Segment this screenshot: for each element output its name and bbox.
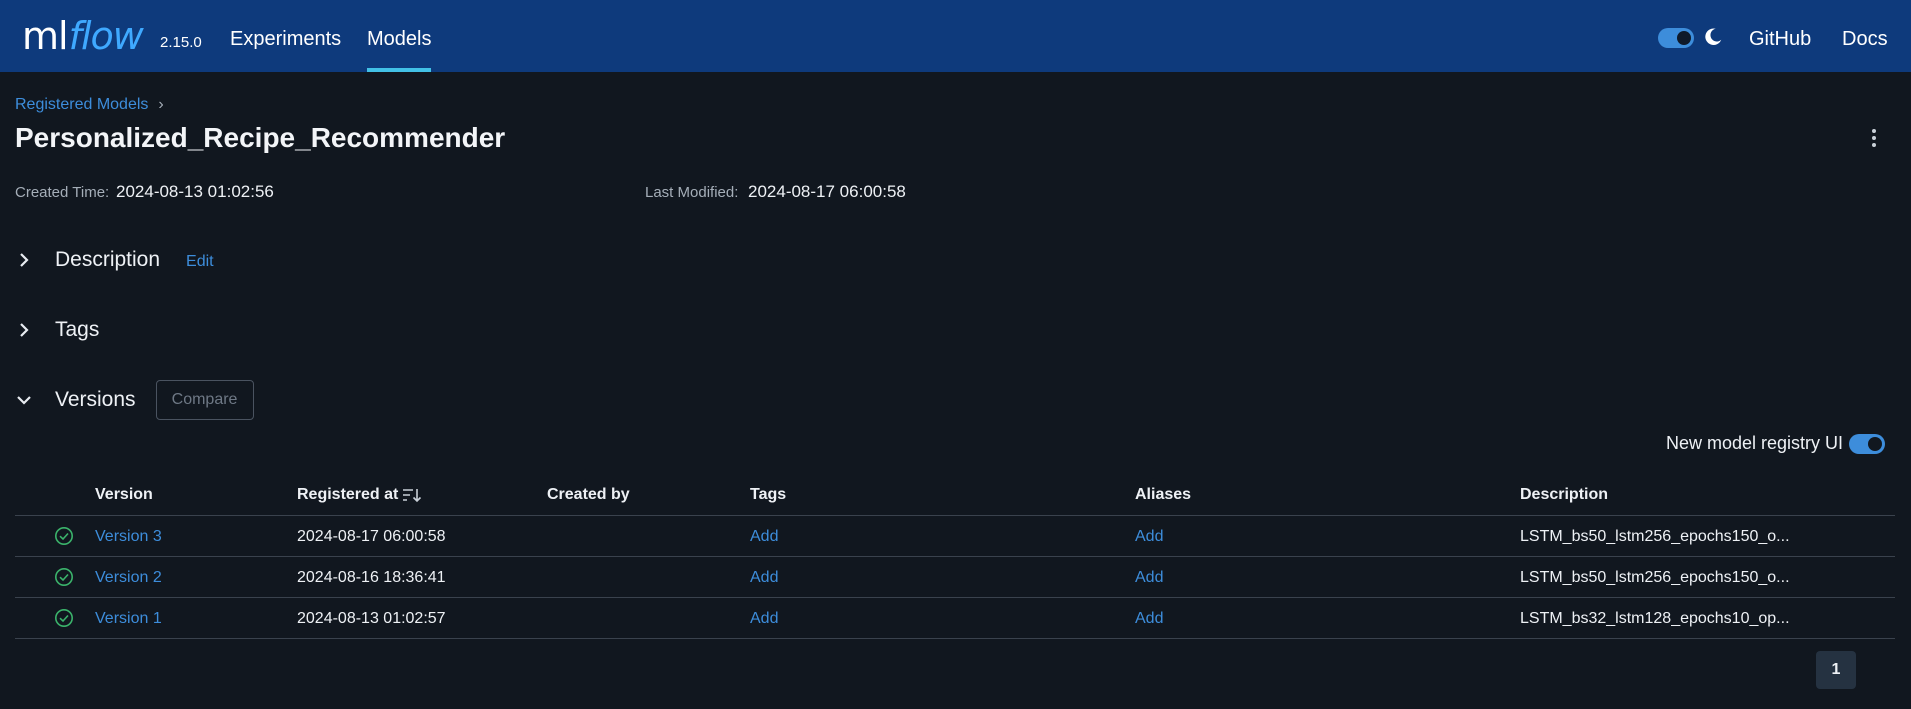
chevron-down-icon — [17, 396, 31, 405]
logo-ml-text: ml — [22, 14, 69, 58]
last-modified-value: 2024-08-17 06:00:58 — [748, 182, 906, 201]
col-header-registered-at-label: Registered at — [297, 486, 399, 503]
add-alias-link[interactable]: Add — [1135, 610, 1163, 628]
toggle-knob — [1677, 31, 1691, 45]
docs-link-label: Docs — [1842, 28, 1888, 50]
logo-flow-text: flow — [68, 14, 144, 58]
add-tag-link[interactable]: Add — [750, 610, 778, 628]
add-tag-link[interactable]: Add — [750, 569, 778, 587]
registry-ui-toggle[interactable] — [1849, 433, 1885, 454]
registered-at-cell: 2024-08-13 01:02:57 — [297, 610, 446, 627]
pagination-page-button[interactable]: 1 — [1816, 651, 1856, 689]
col-header-description: Description — [1520, 486, 1608, 504]
check-circle-icon — [55, 609, 73, 627]
col-header-tags: Tags — [750, 486, 786, 504]
more-options-icon[interactable] — [1868, 126, 1880, 150]
chevron-right-icon — [20, 253, 29, 267]
created-time-label: Created Time: — [15, 184, 110, 201]
tags-title: Tags — [55, 318, 100, 341]
col-header-tags-label: Tags — [750, 486, 787, 503]
table-row: Version 1 2024-08-13 01:02:57 Add Add LS… — [15, 598, 1895, 639]
last-modified-label: Last Modified: — [645, 184, 739, 201]
description-cell: LSTM_bs50_lstm256_epochs150_o... — [1520, 528, 1790, 545]
versions-section-header[interactable]: Versions Compare — [15, 380, 254, 420]
add-alias-link[interactable]: Add — [1135, 569, 1163, 587]
tags-section-header[interactable]: Tags — [15, 318, 99, 342]
github-link-label: GitHub — [1749, 28, 1812, 50]
nav-experiments[interactable]: Experiments — [230, 0, 341, 72]
version-link[interactable]: Version 3 — [95, 528, 162, 546]
dark-mode-toggle[interactable] — [1658, 28, 1694, 48]
col-header-version-label: Version — [95, 486, 153, 503]
description-title: Description — [55, 248, 161, 271]
moon-icon — [1705, 28, 1722, 45]
created-time-value: 2024-08-13 01:02:56 — [116, 182, 274, 201]
toggle-knob — [1868, 436, 1882, 451]
registry-ui-label: New model registry UI — [1665, 433, 1843, 453]
description-section-header[interactable]: Description Edit — [15, 248, 214, 272]
breadcrumb-separator: › — [158, 96, 164, 113]
mlflow-version: 2.15.0 — [160, 34, 202, 51]
col-header-version: Version — [95, 486, 153, 504]
registered-at-cell: 2024-08-17 06:00:58 — [297, 528, 446, 545]
table-row: Version 2 2024-08-16 18:36:41 Add Add LS… — [15, 557, 1895, 598]
description-cell: LSTM_bs50_lstm256_epochs150_o... — [1520, 569, 1790, 586]
col-header-description-label: Description — [1520, 486, 1609, 503]
col-header-created-by-label: Created by — [547, 486, 630, 503]
description-cell: LSTM_bs32_lstm128_epochs10_op... — [1520, 610, 1790, 627]
nav-experiments-label: Experiments — [230, 28, 342, 50]
nav-models[interactable]: Models — [367, 0, 432, 72]
table-row: Version 3 2024-08-17 06:00:58 Add Add LS… — [15, 516, 1895, 557]
col-header-aliases-label: Aliases — [1135, 486, 1192, 503]
col-header-created-by: Created by — [547, 486, 630, 504]
description-edit-link[interactable]: Edit — [186, 253, 214, 271]
page-title: Personalized_Recipe_Recommender — [15, 122, 506, 153]
github-link[interactable]: GitHub — [1749, 0, 1811, 72]
compare-button[interactable]: Compare — [155, 380, 254, 420]
table-header-row: Version Registered at Created by Tags Al… — [15, 472, 1895, 516]
registered-at-cell: 2024-08-16 18:36:41 — [297, 569, 446, 586]
nav-models-label: Models — [367, 28, 432, 50]
docs-link[interactable]: Docs — [1842, 0, 1888, 72]
col-header-registered-at[interactable]: Registered at — [297, 486, 422, 504]
version-link[interactable]: Version 1 — [95, 610, 162, 628]
add-tag-link[interactable]: Add — [750, 528, 778, 546]
version-link[interactable]: Version 2 — [95, 569, 162, 587]
versions-title: Versions — [55, 388, 136, 411]
versions-table: Version Registered at Created by Tags Al… — [15, 472, 1895, 639]
breadcrumb: Registered Models › — [15, 96, 164, 114]
sort-descending-icon[interactable] — [402, 487, 422, 503]
breadcrumb-registered-models[interactable]: Registered Models — [15, 96, 148, 114]
top-nav-bar: ml flow 2.15.0 Experiments Models GitHub… — [0, 0, 1911, 72]
registry-ui-toggle-row: New model registry UI — [1666, 433, 1885, 454]
check-circle-icon — [55, 527, 73, 545]
col-header-aliases: Aliases — [1135, 486, 1191, 504]
chevron-right-icon — [20, 323, 29, 337]
add-alias-link[interactable]: Add — [1135, 528, 1163, 546]
mlflow-logo[interactable]: ml flow — [22, 8, 144, 64]
check-circle-icon — [55, 568, 73, 586]
